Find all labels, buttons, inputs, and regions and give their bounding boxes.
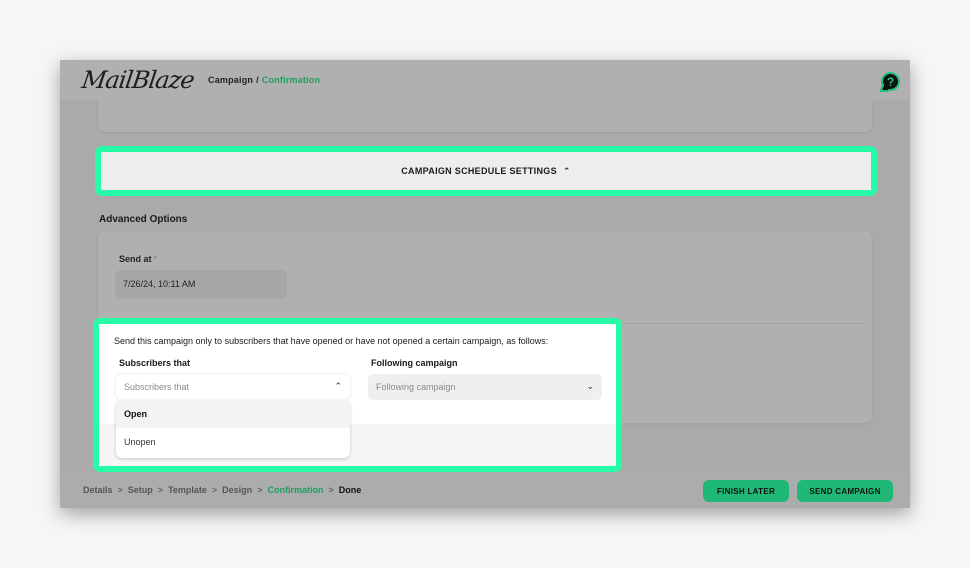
- subscriber-filter-panel: Send this campaign only to subscribers t…: [99, 324, 616, 466]
- required-mark: *: [153, 254, 158, 264]
- option-unopen[interactable]: Unopen: [116, 428, 350, 456]
- campaign-schedule-settings-toggle[interactable]: CAMPAIGN SCHEDULE SETTINGS ⌃: [101, 152, 871, 190]
- following-campaign-placeholder: Following campaign: [376, 382, 456, 392]
- breadcrumb-confirmation: Confirmation: [261, 75, 321, 85]
- chevron-up-icon: ⌃: [562, 165, 571, 176]
- following-campaign-label: Following campaign: [371, 358, 458, 368]
- step-setup[interactable]: Setup: [128, 485, 153, 495]
- chevron-right-icon: >: [157, 485, 164, 495]
- step-progress: Details > Setup > Template > Design > Confirmati…: [83, 485, 361, 495]
- breadcrumb: Campaign / Confirmation: [208, 75, 320, 85]
- step-template[interactable]: Template: [168, 485, 207, 495]
- app-window: MailBlaze Campaign / Confirmation ? CAMPAI…: [60, 60, 910, 508]
- chevron-right-icon: >: [211, 485, 218, 495]
- chevron-right-icon: >: [117, 485, 123, 495]
- finish-later-button[interactable]: FINISH LATER: [703, 480, 789, 502]
- mailblaze-logo[interactable]: MailBlaze: [80, 66, 196, 94]
- send-at-label-text: Send at: [119, 254, 152, 264]
- chevron-down-icon: ⌄: [586, 381, 594, 391]
- subscribers-that-placeholder: Subscribers that: [124, 382, 190, 392]
- previous-section-card: [98, 100, 872, 132]
- subscribers-that-dropdown: Open Unopen: [116, 400, 350, 458]
- following-campaign-select[interactable]: Following campaign ⌄: [368, 374, 602, 400]
- breadcrumb-separator: /: [256, 75, 259, 85]
- step-design[interactable]: Design: [222, 485, 252, 495]
- step-done: Done: [338, 485, 362, 495]
- breadcrumb-campaign[interactable]: Campaign: [208, 75, 253, 85]
- send-at-input[interactable]: 7/26/24, 10:11 AM: [115, 270, 287, 299]
- step-confirmation[interactable]: Confirmation: [267, 485, 323, 495]
- chevron-right-icon: >: [328, 485, 334, 495]
- help-chat-icon[interactable]: ?: [881, 72, 900, 91]
- schedule-settings-label: CAMPAIGN SCHEDULE SETTINGS: [401, 166, 557, 176]
- chevron-right-icon: >: [257, 485, 263, 495]
- send-at-label: Send at *: [119, 254, 157, 264]
- step-details[interactable]: Details: [83, 485, 113, 495]
- footer-bar: Details > Setup > Template > Design > Confirmati…: [60, 472, 910, 508]
- option-open[interactable]: Open: [116, 400, 350, 428]
- subscribers-that-label: Subscribers that: [119, 358, 191, 368]
- advanced-options-title: Advanced Options: [99, 214, 188, 225]
- subscribers-that-select[interactable]: Subscribers that ⌃: [116, 374, 350, 400]
- send-campaign-button[interactable]: SEND CAMPAIGN: [797, 480, 893, 502]
- subscriber-filter-description: Send this campaign only to subscribers t…: [114, 336, 549, 346]
- chevron-up-icon: ⌃: [334, 381, 342, 391]
- top-bar: MailBlaze Campaign / Confirmation ?: [60, 60, 910, 100]
